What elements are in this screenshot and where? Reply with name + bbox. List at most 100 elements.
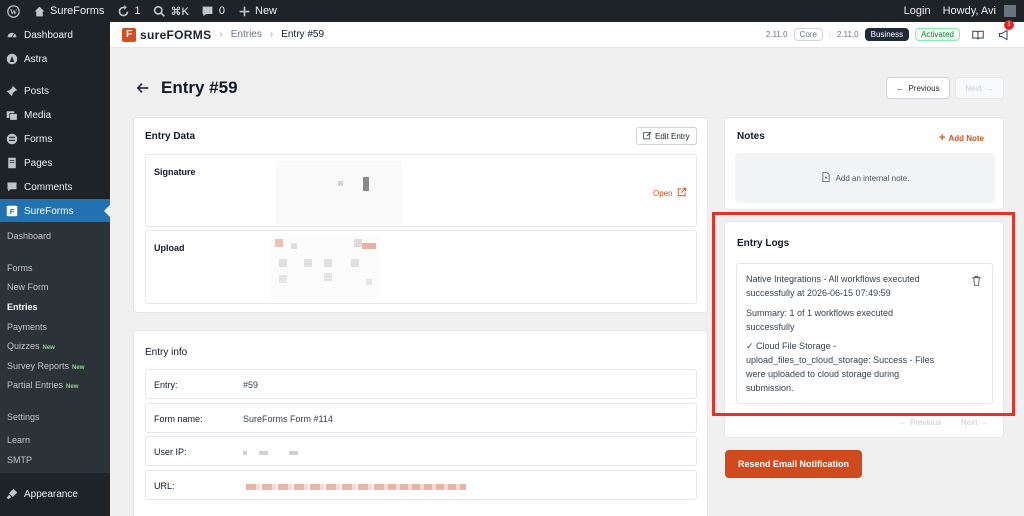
sidebar-item-media[interactable]: Media [0,103,110,127]
sidebar-item-posts[interactable]: Posts [0,79,110,103]
logs-previous-button[interactable]: ← Previous [899,418,941,427]
login-label: Login [903,5,931,17]
submenu-item-smtp[interactable]: SMTP [7,455,32,465]
new-content-link[interactable]: New [231,0,283,22]
comment-icon [201,4,215,18]
add-note-label: Add Note [948,133,984,143]
external-link-icon [677,187,687,199]
arrow-right-icon: → [985,83,994,93]
sureforms-logo-icon: F [122,27,136,42]
plugin-header: F sureFORMS › Entries › Entry #59 2.11.0… [110,19,1024,48]
sureforms-submenu: Dashboard Forms New Form Entries Payment… [0,222,110,473]
submenu-item-survey-reports[interactable]: Survey Reports New [7,361,84,371]
login-link[interactable]: Login [898,0,937,22]
redacted-url [376,484,466,490]
previous-label: Previous [908,83,940,93]
info-row-url: URL: [145,470,697,500]
submenu-label: Settings [7,412,40,422]
sidebar-item-label: Posts [24,85,50,97]
submenu-item-quizzes[interactable]: Quizzes New [7,341,55,351]
edit-entry-button[interactable]: Edit Entry [636,127,697,145]
account-menu[interactable]: Howdy, Avi [937,0,1024,22]
logs-next-button[interactable]: Next → [961,418,988,427]
signature-label: Signature [154,167,196,177]
new-badge: New [42,345,55,351]
sidebar-item-sureforms[interactable]: F SureForms [0,199,110,223]
site-name: SureForms [50,5,105,17]
wordpress-logo-button[interactable]: W [0,0,26,22]
core-version: 2.11.0 [765,30,788,39]
info-label: Entry: [154,380,178,390]
upload-label: Upload [154,243,185,253]
info-label: User IP: [154,447,187,457]
submenu-item-dashboard[interactable]: Dashboard [7,231,51,241]
avatar [1004,5,1016,17]
submenu-item-partial-entries[interactable]: Partial Entries New [7,380,78,390]
site-name-link[interactable]: SureForms [26,0,110,22]
thumbnail-pixel [362,243,376,249]
resend-email-notification-button[interactable]: Resend Email Notification [725,450,862,478]
info-value: #59 [243,380,259,390]
sidebar-item-pages[interactable]: Pages [0,151,110,175]
svg-text:F: F [10,207,15,216]
info-row-user-ip: User IP: [145,436,697,466]
updates-count: 1 [134,5,141,17]
sidebar-item-appearance[interactable]: Appearance [0,482,110,506]
notes-card: Notes + Add Note Add an internal note. [724,117,1004,210]
thumbnail-pixel [304,259,312,267]
info-row-entry: Entry: #59 [145,369,697,399]
book-icon[interactable] [972,29,984,41]
comments-count: 0 [218,5,225,17]
submenu-item-new-form[interactable]: New Form [7,282,49,292]
redacted-ip-pixel [259,451,268,455]
submenu-label: Quizzes [7,341,40,351]
back-arrow-icon[interactable] [136,81,150,95]
sidebar-item-label: SureForms [24,205,74,217]
next-label: Next [965,83,982,93]
signature-image [276,161,402,225]
add-note-button[interactable]: + Add Note [939,132,984,144]
submenu-label: Survey Reports [7,361,70,371]
sidebar-item-label: Astra [24,53,48,65]
edit-entry-label: Edit Entry [655,131,690,141]
submenu-label: Partial Entries [7,380,64,390]
next-entry-button[interactable]: Next → [955,77,1004,99]
sidebar-item-astra[interactable]: Astra [0,47,110,71]
search-shortcut-button[interactable]: ⌘K [147,0,195,22]
updates-link[interactable]: 1 [110,0,146,22]
comments-link[interactable]: 0 [195,0,231,22]
submenu-item-learn[interactable]: Learn [7,435,30,445]
submenu-item-payments[interactable]: Payments [7,322,47,332]
new-badge: New [66,384,79,390]
sidebar-item-dashboard[interactable]: Dashboard [0,23,110,47]
megaphone-icon[interactable]: 1 [998,19,1014,41]
logs-next-label: Next [961,418,978,427]
logs-previous-label: Previous [910,418,942,427]
forms-icon [6,133,18,145]
thumbnail-pixel [366,279,372,285]
thumbnail-pixel [291,243,297,249]
breadcrumb-entries[interactable]: Entries [231,29,262,40]
upload-thumbnail [271,235,379,299]
home-icon [32,4,46,18]
open-signature-link[interactable]: Open [653,187,687,199]
submenu-label: Payments [7,322,48,332]
sidebar-item-comments[interactable]: Comments [0,175,110,199]
sidebar-item-forms[interactable]: Forms [0,127,110,151]
search-shortcut: ⌘K [170,5,189,18]
media-icon [6,109,18,121]
thumbnail-pixel [279,259,287,267]
entry-data-card: Entry Data Edit Entry Signature Open Upl… [133,117,708,313]
dashboard-icon [6,29,18,41]
submenu-item-entries[interactable]: Entries [7,302,38,312]
submenu-item-settings[interactable]: Settings [7,412,40,422]
sidebar-item-label: Comments [24,181,73,193]
info-label: URL: [154,481,175,491]
pin-icon [6,85,18,97]
business-version: 2.11.0 [836,30,859,39]
activated-badge: Activated [915,28,960,41]
sidebar-item-label: Appearance [24,488,78,500]
howdy-label: Howdy, Avi [942,5,996,17]
submenu-item-forms[interactable]: Forms [7,263,33,273]
previous-entry-button[interactable]: ← Previous [886,77,950,99]
